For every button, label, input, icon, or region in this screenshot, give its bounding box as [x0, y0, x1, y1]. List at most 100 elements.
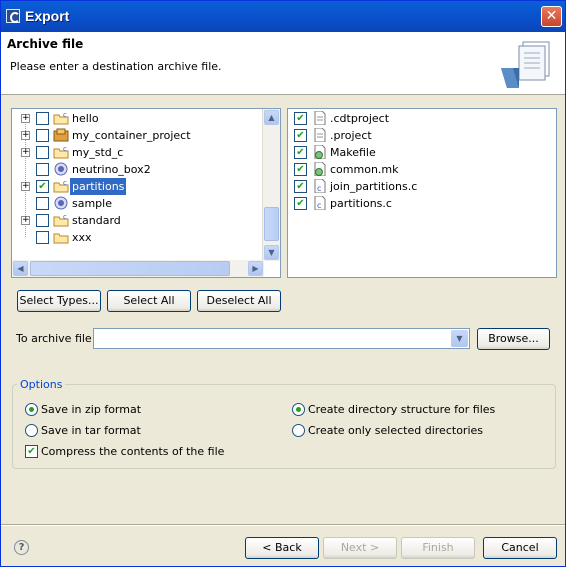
- tree-item-label: xxx: [72, 231, 92, 244]
- file-item-checkbox[interactable]: ✔: [294, 146, 307, 159]
- compress-label[interactable]: Compress the contents of the file: [41, 445, 224, 458]
- compress-checkbox[interactable]: ✔: [25, 445, 38, 458]
- tree-horizontal-scrollbar[interactable]: ◀ ▶: [12, 260, 264, 277]
- tree-item-sample[interactable]: sample: [12, 195, 264, 212]
- selected-directories-label[interactable]: Create only selected directories: [308, 424, 483, 437]
- file-item-makefile[interactable]: ✔ Makefile: [288, 144, 556, 161]
- tree-item-my-std-c[interactable]: + c my_std_c: [12, 144, 264, 161]
- chevron-down-icon[interactable]: ▼: [451, 330, 468, 347]
- tar-format-label[interactable]: Save in tar format: [41, 424, 141, 437]
- file-item-label: .cdtproject: [330, 112, 390, 125]
- cancel-button[interactable]: Cancel: [483, 537, 557, 559]
- help-icon[interactable]: ?: [14, 540, 29, 555]
- tree-item-checkbox[interactable]: [36, 129, 49, 142]
- tree-item-checkbox[interactable]: [36, 146, 49, 159]
- tree-item-neutrino-box2[interactable]: neutrino_box2: [12, 161, 264, 178]
- tree-item-hello[interactable]: + c hello: [12, 110, 264, 127]
- title-bar[interactable]: Export ✕: [1, 1, 565, 32]
- file-list[interactable]: ✔ .cdtproject ✔ .project ✔ Makefile ✔ co…: [287, 108, 557, 278]
- scroll-down-icon[interactable]: ▼: [264, 245, 279, 260]
- file-item-common-mk[interactable]: ✔ common.mk: [288, 161, 556, 178]
- scroll-thumb[interactable]: [264, 207, 279, 241]
- expand-icon[interactable]: +: [21, 148, 30, 157]
- tree-item-label: sample: [72, 197, 112, 210]
- directory-structure-label[interactable]: Create directory structure for files: [308, 403, 495, 416]
- project-folder-icon: c: [53, 145, 69, 159]
- close-button[interactable]: ✕: [541, 6, 562, 27]
- archive-file-label: To archive file:: [16, 332, 96, 345]
- page-description: Please enter a destination archive file.: [10, 60, 222, 73]
- page-title: Archive file: [7, 37, 84, 51]
- text-file-icon: [314, 111, 326, 125]
- tree-item-label: hello: [72, 112, 99, 125]
- select-types-button[interactable]: Select Types...: [17, 290, 101, 312]
- export-dialog: Export ✕ Archive file Please enter a des…: [0, 0, 566, 567]
- svg-text:c: c: [63, 111, 67, 119]
- file-item-label: join_partitions.c: [330, 180, 418, 193]
- options-legend: Options: [17, 378, 66, 391]
- file-item-cdtproject[interactable]: ✔ .cdtproject: [288, 110, 556, 127]
- tree-vertical-scrollbar[interactable]: ▲ ▼: [262, 109, 280, 261]
- file-item-checkbox[interactable]: ✔: [294, 180, 307, 193]
- selected-directories-radio[interactable]: [292, 424, 305, 437]
- tree-item-standard[interactable]: + c standard: [12, 212, 264, 229]
- export-wizard-icon: [501, 41, 550, 88]
- svg-text:c: c: [317, 201, 321, 210]
- tree-item-checkbox[interactable]: ✔: [36, 180, 49, 193]
- target-icon: [54, 162, 68, 176]
- file-item-project[interactable]: ✔ .project: [288, 127, 556, 144]
- zip-format-radio[interactable]: [25, 403, 38, 416]
- expand-icon[interactable]: +: [21, 131, 30, 140]
- tree-item-checkbox[interactable]: [36, 214, 49, 227]
- finish-button[interactable]: Finish: [401, 537, 475, 559]
- expand-icon[interactable]: +: [21, 114, 30, 123]
- target-icon: [54, 196, 68, 210]
- tree-item-label: my_container_project: [72, 129, 191, 142]
- tree-item-checkbox[interactable]: [36, 163, 49, 176]
- folder-icon: [53, 233, 69, 244]
- directory-structure-radio[interactable]: [292, 403, 305, 416]
- tar-format-radio[interactable]: [25, 424, 38, 437]
- tree-item-xxx[interactable]: xxx: [12, 229, 264, 246]
- scroll-thumb[interactable]: [30, 261, 230, 276]
- tree-item-label: neutrino_box2: [72, 163, 151, 176]
- deselect-all-button[interactable]: Deselect All: [197, 290, 281, 312]
- file-item-checkbox[interactable]: ✔: [294, 112, 307, 125]
- expand-icon[interactable]: +: [21, 182, 30, 191]
- tree-item-checkbox[interactable]: [36, 231, 49, 244]
- archive-file-combo[interactable]: ▼: [93, 328, 470, 349]
- file-item-join-partitions-c[interactable]: ✔ c join_partitions.c: [288, 178, 556, 195]
- project-tree[interactable]: + c hello + my_container_project + c my_…: [11, 108, 281, 278]
- tree-item-label: standard: [72, 214, 121, 227]
- next-button[interactable]: Next >: [323, 537, 397, 559]
- back-button[interactable]: < Back: [245, 537, 319, 559]
- file-item-checkbox[interactable]: ✔: [294, 129, 307, 142]
- scroll-up-icon[interactable]: ▲: [264, 110, 279, 125]
- project-folder-icon: c: [53, 111, 69, 125]
- eclipse-app-icon: [6, 9, 20, 23]
- select-all-button[interactable]: Select All: [107, 290, 191, 312]
- text-file-icon: [314, 128, 326, 142]
- svg-text:c: c: [63, 179, 67, 187]
- tree-item-my-container-project[interactable]: + my_container_project: [12, 127, 264, 144]
- footer-separator: [1, 524, 565, 526]
- makefile-icon: [314, 162, 326, 176]
- tree-item-label: partitions: [70, 178, 127, 195]
- file-item-checkbox[interactable]: ✔: [294, 163, 307, 176]
- tree-item-checkbox[interactable]: [36, 112, 49, 125]
- file-item-partitions-c[interactable]: ✔ c partitions.c: [288, 195, 556, 212]
- tree-item-label: my_std_c: [72, 146, 124, 159]
- tree-item-checkbox[interactable]: [36, 197, 49, 210]
- file-item-label: common.mk: [330, 163, 399, 176]
- expand-icon[interactable]: +: [21, 216, 30, 225]
- scroll-left-icon[interactable]: ◀: [13, 261, 28, 276]
- zip-format-label[interactable]: Save in zip format: [41, 403, 141, 416]
- container-project-icon: [53, 128, 69, 142]
- wizard-header: Archive file Please enter a destination …: [1, 32, 565, 95]
- project-folder-icon: c: [53, 213, 69, 227]
- svg-text:c: c: [63, 145, 67, 153]
- browse-button[interactable]: Browse...: [477, 328, 550, 350]
- tree-item-partitions[interactable]: + ✔ c partitions: [12, 178, 264, 195]
- scroll-right-icon[interactable]: ▶: [248, 261, 263, 276]
- file-item-checkbox[interactable]: ✔: [294, 197, 307, 210]
